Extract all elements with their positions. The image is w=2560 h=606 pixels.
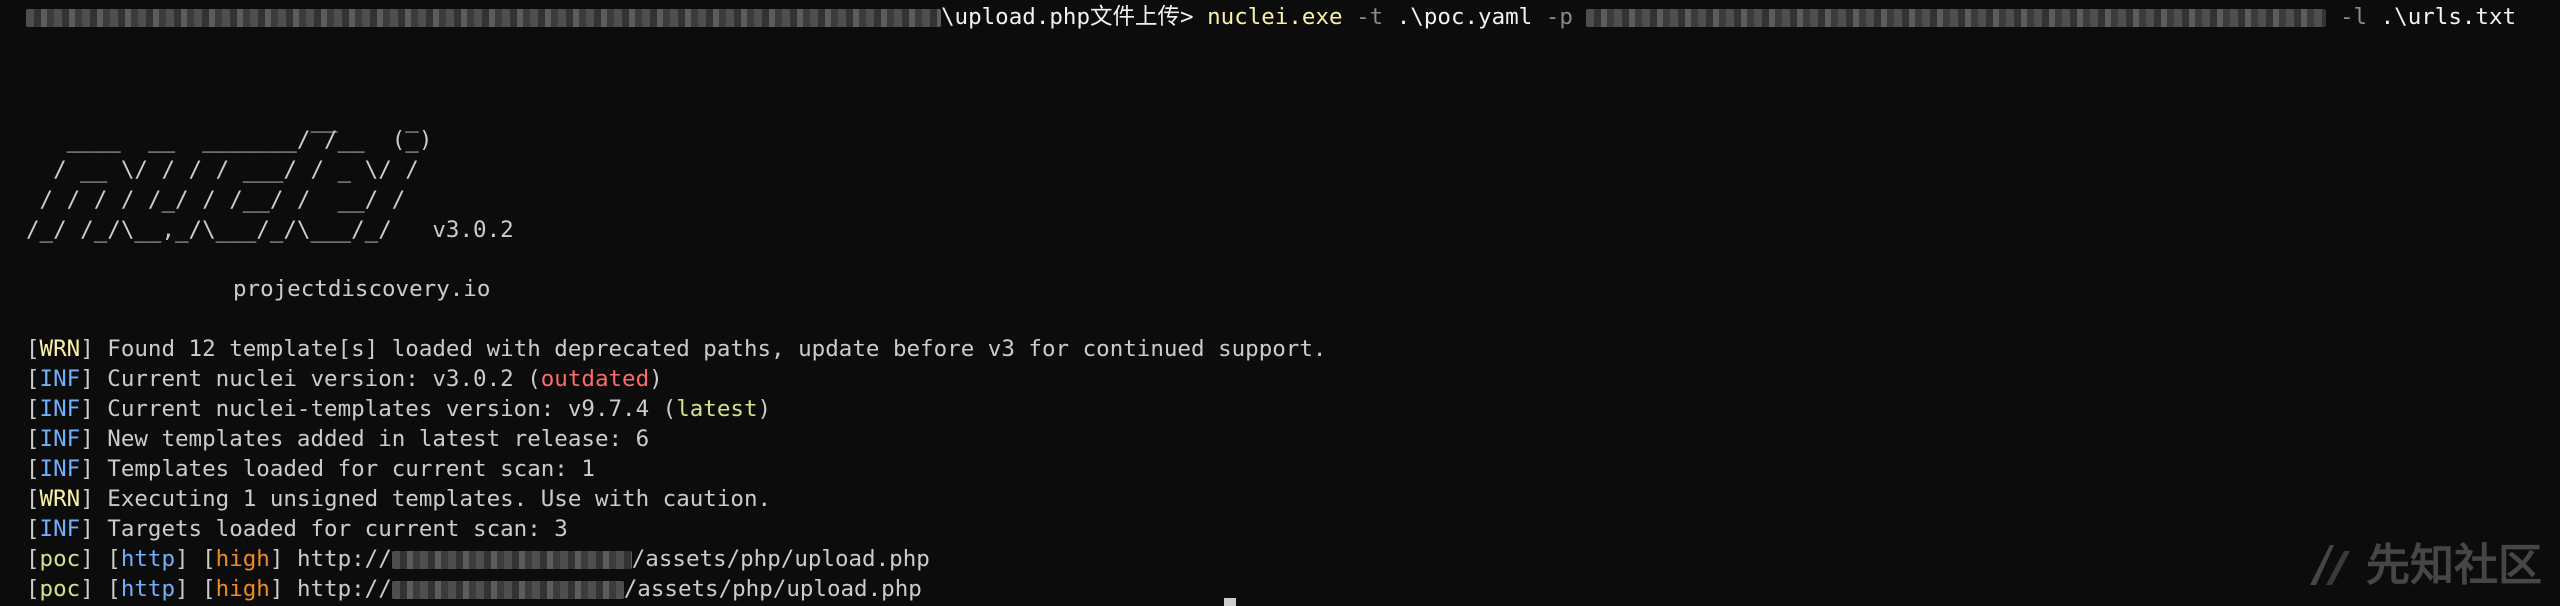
banner-logo-line: / __ \/ / / / ___/ / _ \/ / xyxy=(26,157,419,183)
log-tag: INF xyxy=(39,456,81,482)
version-status: latest xyxy=(676,396,758,422)
result-severity: high xyxy=(215,546,270,572)
command-path: \upload.php文件上传> xyxy=(941,4,1194,30)
log-line: [INF] Templates loaded for current scan:… xyxy=(26,456,595,482)
log-suffix: ) xyxy=(649,366,663,392)
redacted-proxy xyxy=(1586,8,2327,27)
redacted-host xyxy=(391,580,624,599)
xianzhi-logo-icon xyxy=(2304,539,2356,592)
log-text: Found 12 template[s] loaded with depreca… xyxy=(93,336,1327,362)
command-executable: nuclei.exe xyxy=(1207,4,1343,30)
command-line: \upload.php文件上传> nuclei.exe -t .\poc.yam… xyxy=(26,2,2516,32)
log-tag: WRN xyxy=(39,486,81,512)
result-line: [poc] [http] [high] http:///assets/php/u… xyxy=(26,576,922,602)
redacted-path xyxy=(26,8,941,27)
command-list-arg: .\urls.txt xyxy=(2380,4,2517,30)
log-line: [INF] Targets loaded for current scan: 3 xyxy=(26,516,568,542)
log-tag: INF xyxy=(39,516,81,542)
banner-logo-line: ____ __ _______/ /__ (_) xyxy=(26,127,433,153)
result-protocol: http xyxy=(120,576,176,602)
result-protocol: http xyxy=(120,546,176,572)
log-text: Executing 1 unsigned templates. Use with… xyxy=(93,486,772,512)
result-template: poc xyxy=(39,576,81,602)
result-template: poc xyxy=(39,546,81,572)
log-line: [INF] Current nuclei-templates version: … xyxy=(26,396,772,422)
log-suffix: ) xyxy=(757,396,772,422)
log-tag: WRN xyxy=(39,336,81,362)
result-line: [poc] [http] [high] http:///assets/php/u… xyxy=(26,546,930,572)
result-url-prefix: http:// xyxy=(296,576,392,602)
banner-site: projectdiscovery.io xyxy=(233,276,491,302)
log-text: Templates loaded for current scan: 1 xyxy=(93,456,595,482)
log-text: Current nuclei version: v3.0.2 ( xyxy=(93,366,541,392)
watermark: 先知社区 xyxy=(2304,539,2542,592)
terminal-cursor xyxy=(1224,598,1236,606)
command-flag-p: -p xyxy=(1545,4,1573,30)
log-line: [INF] New templates added in latest rele… xyxy=(26,426,650,452)
watermark-text: 先知社区 xyxy=(2366,539,2542,591)
result-url-suffix: /assets/php/upload.php xyxy=(623,576,922,602)
redacted-host xyxy=(391,550,632,569)
log-tag: INF xyxy=(39,426,81,452)
result-url-suffix: /assets/php/upload.php xyxy=(631,546,930,572)
command-flag-t: -t xyxy=(1356,4,1384,30)
log-line: [WRN] Executing 1 unsigned templates. Us… xyxy=(26,486,772,512)
log-text: Targets loaded for current scan: 3 xyxy=(93,516,568,542)
log-text: New templates added in latest release: 6 xyxy=(93,426,650,452)
log-text: Current nuclei-templates version: v9.7.4… xyxy=(93,396,677,422)
banner-logo-line: / / / / /_/ / /__/ / __/ / xyxy=(26,187,406,213)
command-template-arg: .\poc.yaml xyxy=(1396,4,1533,30)
version-status: outdated xyxy=(540,366,650,392)
log-line: [WRN] Found 12 template[s] loaded with d… xyxy=(26,336,1327,362)
banner-logo-line: /_/ /_/\__,_/\___/_/\___/_/ v3.0.2 xyxy=(26,217,514,243)
log-tag: INF xyxy=(39,366,81,392)
log-tag: INF xyxy=(39,396,81,422)
result-severity: high xyxy=(215,576,270,602)
log-line: [INF] Current nuclei version: v3.0.2 (ou… xyxy=(26,366,663,392)
command-flag-l: -l xyxy=(2339,4,2368,30)
result-url-prefix: http:// xyxy=(296,546,392,572)
terminal-window[interactable]: \upload.php文件上传> nuclei.exe -t .\poc.yam… xyxy=(0,0,2560,606)
